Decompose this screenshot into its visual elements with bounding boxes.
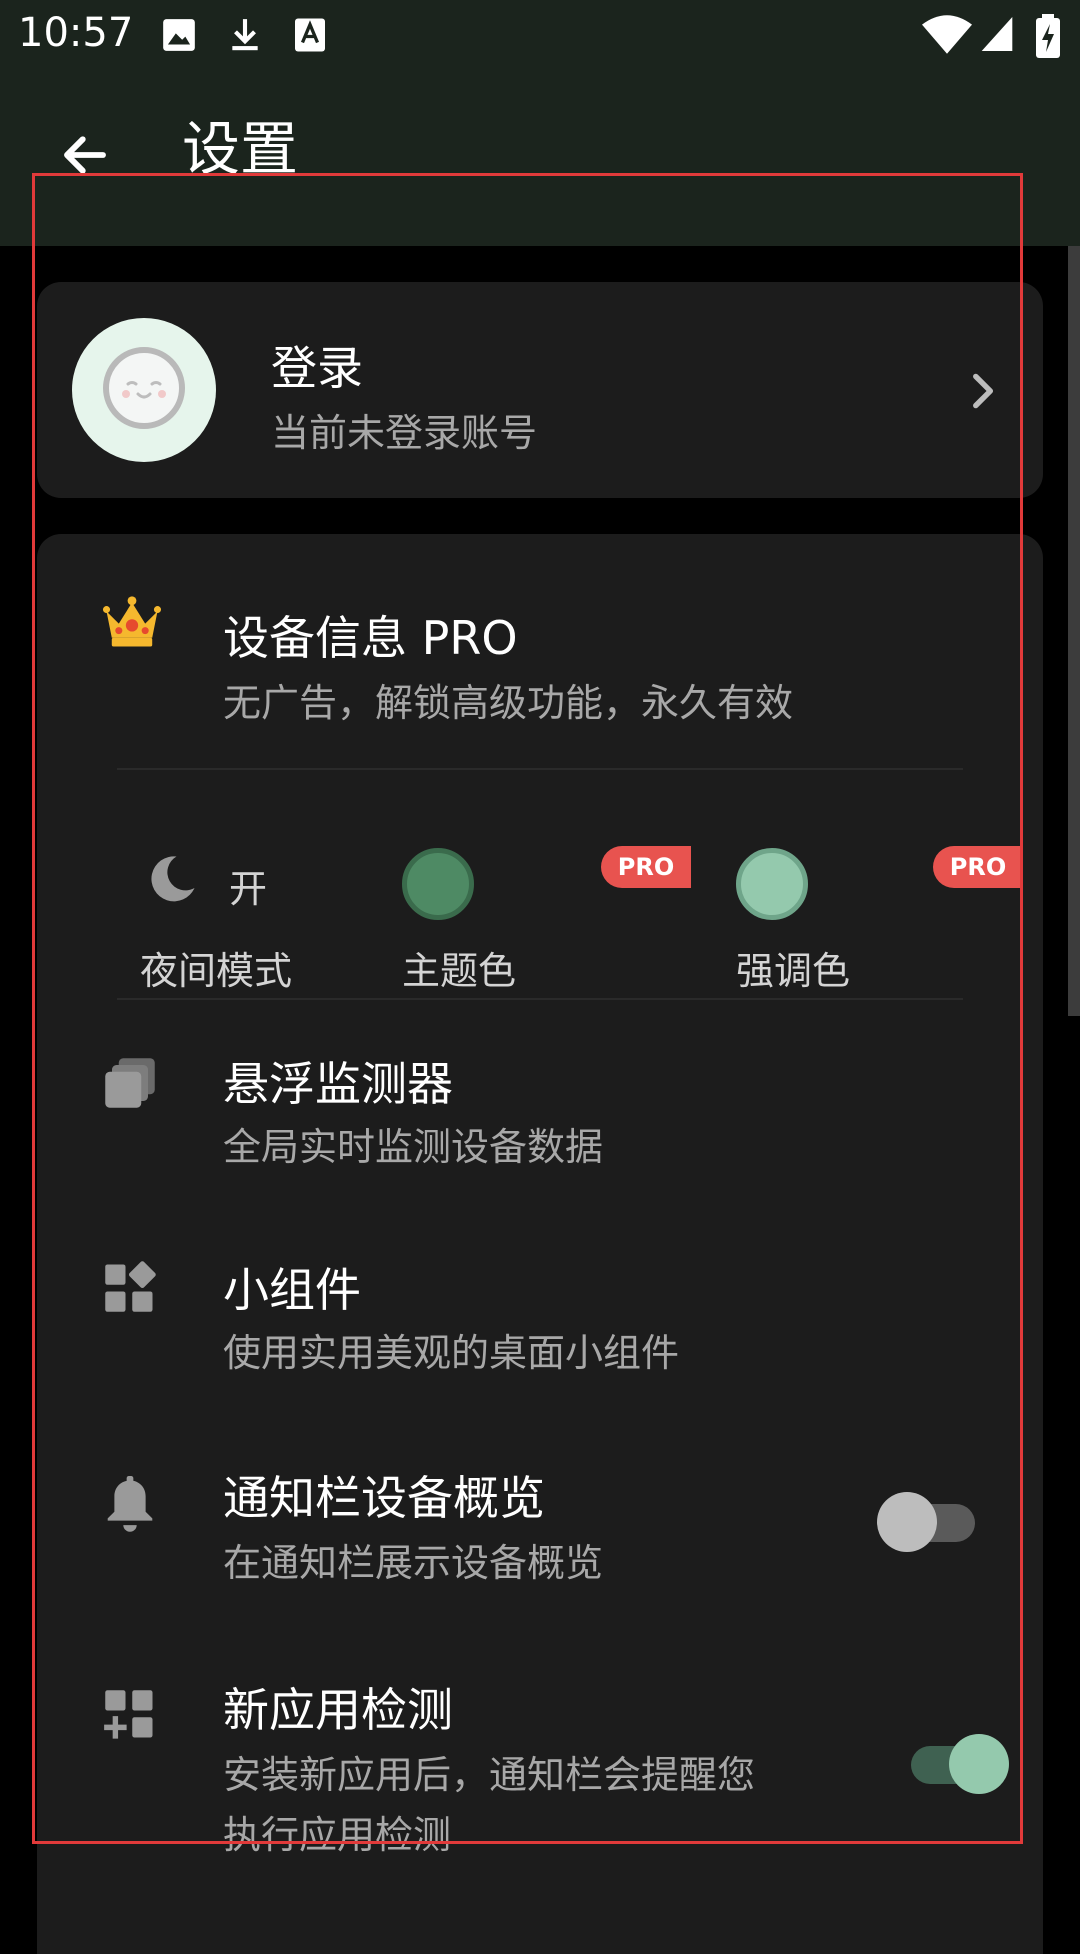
theme-color-option[interactable]: 主题色 PRO (377, 784, 691, 1014)
page-title: 设置 (182, 115, 299, 183)
divider (117, 768, 963, 770)
smiley-face-icon (102, 346, 186, 434)
night-mode-label: 夜间模式 (140, 949, 293, 993)
widgets-subtitle: 使用实用美观的桌面小组件 (223, 1331, 680, 1375)
widgets-row[interactable]: 小组件 使用实用美观的桌面小组件 (37, 1204, 1043, 1408)
notification-overview-toggle[interactable] (877, 1492, 987, 1552)
app-bar: 设置 (0, 72, 1080, 246)
accent-color-swatch (736, 848, 808, 920)
floating-monitor-title: 悬浮监测器 (223, 1057, 453, 1111)
toggle-thumb (877, 1492, 937, 1552)
avatar (72, 318, 216, 462)
bell-icon (101, 1476, 159, 1534)
new-app-detection-title: 新应用检测 (223, 1683, 453, 1737)
moon-icon (145, 852, 199, 910)
theme-color-swatch (402, 848, 474, 920)
add-app-icon (101, 1686, 159, 1744)
pro-upgrade-row[interactable]: 设备信息 PRO 无广告，解锁高级功能，永久有效 (37, 534, 1043, 764)
chevron-right-icon (957, 366, 1007, 416)
settings-card: 设备信息 PRO 无广告，解锁高级功能，永久有效 开 夜间模式 主题色 PRO … (37, 534, 1043, 1954)
theme-color-label: 主题色 (402, 949, 517, 993)
theme-color-pro-badge: PRO (601, 846, 691, 888)
notification-overview-subtitle: 在通知栏展示设备概览 (223, 1541, 604, 1585)
login-title: 登录 (271, 341, 363, 395)
notification-overview-row[interactable]: 通知栏设备概览 在通知栏展示设备概览 (37, 1408, 1043, 1618)
login-card[interactable]: 登录 当前未登录账号 (37, 282, 1043, 498)
new-app-detection-subtitle-line1: 安装新应用后，通知栏会提醒您 (223, 1753, 756, 1797)
font-icon (292, 16, 328, 58)
accent-color-pro-badge: PRO (933, 846, 1023, 888)
crown-icon (103, 592, 161, 650)
signal-icon (980, 14, 1014, 58)
battery-charging-icon (1036, 14, 1060, 62)
pro-title: 设备信息 PRO (223, 611, 518, 665)
floating-monitor-subtitle: 全局实时监测设备数据 (223, 1125, 604, 1169)
new-app-detection-row[interactable]: 新应用检测 安装新应用后，通知栏会提醒您 执行应用检测 (37, 1618, 1043, 1918)
widgets-title: 小组件 (223, 1263, 361, 1317)
widgets-icon (101, 1258, 159, 1316)
download-icon (226, 16, 264, 58)
overlay-windows-icon (101, 1054, 159, 1112)
night-mode-option[interactable]: 开 夜间模式 (97, 784, 317, 1014)
status-time: 10:57 (18, 10, 134, 56)
back-button[interactable] (40, 112, 130, 202)
new-app-detection-subtitle-line2: 执行应用检测 (223, 1813, 452, 1857)
accent-color-label: 强调色 (736, 949, 851, 993)
accent-color-option[interactable]: 强调色 PRO (713, 784, 1023, 1014)
night-mode-value: 开 (229, 867, 268, 911)
floating-monitor-row[interactable]: 悬浮监测器 全局实时监测设备数据 (37, 1000, 1043, 1204)
scrollbar[interactable] (1068, 246, 1080, 1016)
pro-subtitle: 无广告，解锁高级功能，永久有效 (223, 681, 794, 725)
image-icon (160, 16, 198, 58)
notification-overview-title: 通知栏设备概览 (223, 1471, 545, 1525)
wifi-icon (922, 14, 972, 60)
arrow-back-icon (58, 128, 112, 186)
login-subtitle: 当前未登录账号 (271, 411, 538, 455)
new-app-detection-toggle[interactable] (899, 1734, 1009, 1794)
toggle-thumb (949, 1734, 1009, 1794)
status-bar: 10:57 (0, 0, 1080, 72)
